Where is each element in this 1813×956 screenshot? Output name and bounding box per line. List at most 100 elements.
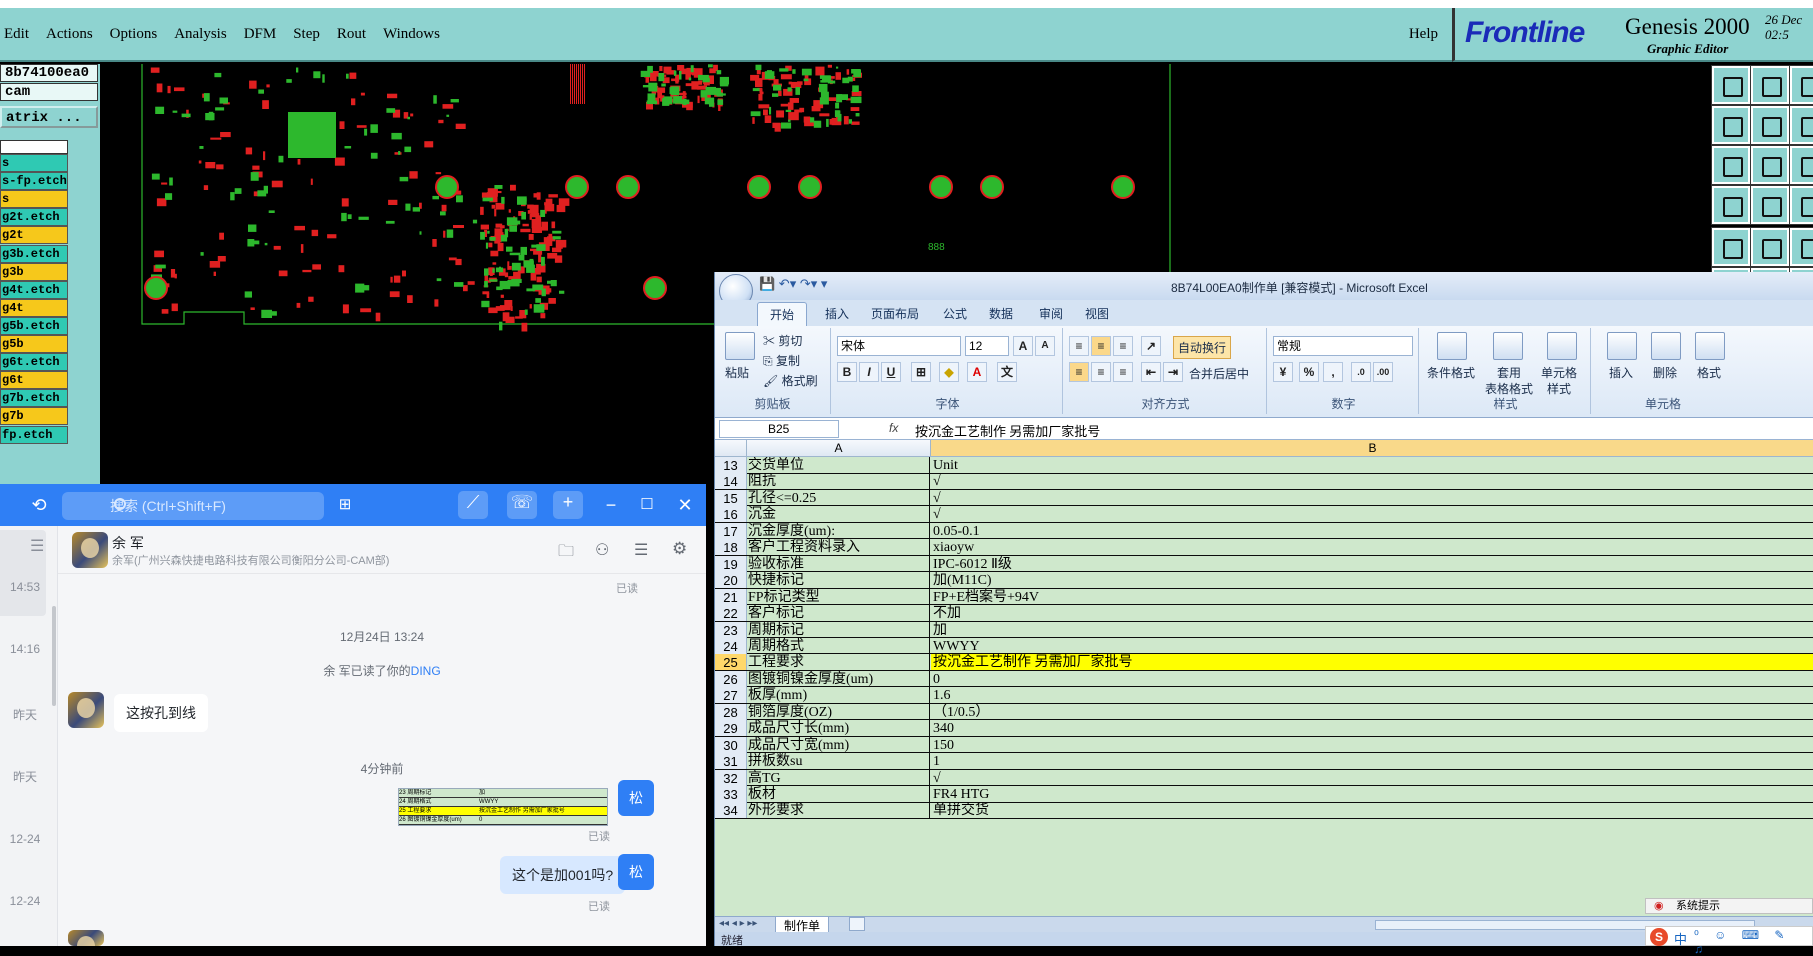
cell-a[interactable]: 图镀铜镍金厚度(um) bbox=[747, 670, 930, 687]
tool-measure-icon[interactable] bbox=[1711, 185, 1751, 225]
cell-b[interactable]: √ bbox=[931, 490, 1813, 506]
cell-b[interactable]: FR4 HTG bbox=[931, 786, 1813, 802]
layer-item[interactable]: g2t bbox=[0, 226, 68, 245]
job-name-field[interactable]: 8b74100ea0 bbox=[0, 64, 98, 82]
cell-a[interactable]: 沉金厚度(um): bbox=[747, 522, 930, 539]
merge-center-button[interactable]: 合并后居中 bbox=[1189, 365, 1249, 382]
layer-item[interactable]: g4t bbox=[0, 298, 68, 317]
layer-item[interactable]: fp.etch bbox=[0, 425, 68, 444]
layer-item[interactable]: g3b bbox=[0, 262, 68, 281]
tool-zoom-center-icon[interactable] bbox=[1750, 145, 1790, 185]
history-icon[interactable]: ⟲ bbox=[28, 494, 50, 516]
cell-style-label-1[interactable]: 单元格 bbox=[1541, 364, 1577, 381]
row-number[interactable]: 30 bbox=[715, 736, 747, 753]
cut-button[interactable]: ✂ 剪切 bbox=[763, 332, 802, 349]
table-style-label-1[interactable]: 套用 bbox=[1497, 364, 1521, 381]
row-number[interactable]: 19 bbox=[715, 555, 747, 572]
paste-button[interactable]: 粘贴 bbox=[725, 364, 749, 381]
cell-b[interactable]: IPC-6012 Ⅱ级 bbox=[931, 556, 1813, 572]
matrix-button[interactable]: atrix ... bbox=[0, 106, 98, 128]
cell-b[interactable]: 按沉金工艺制作 另需加厂家批号 bbox=[931, 654, 1813, 671]
row-number[interactable]: 25 bbox=[715, 654, 747, 671]
layer-item[interactable]: g2t.etch bbox=[0, 208, 68, 227]
decrease-decimal-icon[interactable]: .00 bbox=[1373, 362, 1393, 382]
name-box[interactable]: B25 bbox=[719, 420, 839, 438]
delete-cells-button[interactable]: 删除 bbox=[1653, 364, 1677, 381]
row-number[interactable]: 24 bbox=[715, 637, 747, 654]
format-cells-icon[interactable] bbox=[1695, 332, 1725, 360]
percent-button[interactable]: % bbox=[1299, 362, 1319, 382]
tool-right-icon[interactable] bbox=[1750, 105, 1790, 145]
cell-a[interactable]: 周期格式 bbox=[747, 637, 930, 654]
ime-tools-icon[interactable]: ⁰ ☺ ⌨ ✎ ♫ bbox=[1694, 928, 1812, 956]
cell-b[interactable]: 加(M11C) bbox=[931, 572, 1813, 588]
tab-insert[interactable]: 插入 bbox=[825, 305, 849, 322]
row-number[interactable]: 23 bbox=[715, 621, 747, 638]
font-size-select[interactable]: 12 bbox=[965, 336, 1009, 356]
bold-button[interactable]: B bbox=[837, 362, 857, 382]
align-top-icon[interactable]: ≡ bbox=[1069, 336, 1089, 356]
cell-a[interactable]: 高TG bbox=[747, 769, 930, 786]
cell-b[interactable]: FP+E档案号+94V bbox=[931, 589, 1813, 605]
tool-zoom-fit-icon[interactable] bbox=[1711, 145, 1751, 185]
row-number[interactable]: 13 bbox=[715, 457, 747, 473]
tool-snap-icon[interactable] bbox=[1711, 227, 1751, 267]
cell-a[interactable]: 孔径<=0.25 bbox=[747, 489, 930, 506]
scrollbar[interactable] bbox=[52, 606, 56, 706]
ding-icon[interactable]: ⟋ bbox=[458, 491, 488, 519]
cell-a[interactable]: 板厚(mm) bbox=[747, 687, 930, 704]
tab-home[interactable]: 开始 bbox=[757, 302, 808, 326]
cell-a[interactable]: 客户工程资料录入 bbox=[747, 539, 930, 556]
tool-pan-icon[interactable] bbox=[1789, 105, 1813, 145]
ding-link[interactable]: DING bbox=[411, 664, 441, 678]
increase-indent-icon[interactable]: ⇥ bbox=[1163, 362, 1183, 382]
cell-a[interactable]: 客户标记 bbox=[747, 605, 930, 622]
paste-icon[interactable] bbox=[725, 332, 755, 360]
cell-a[interactable]: 阻抗 bbox=[747, 473, 930, 490]
row-number[interactable]: 21 bbox=[715, 588, 747, 605]
row-number[interactable]: 20 bbox=[715, 572, 747, 589]
copy-button[interactable]: ⎘ 复制 bbox=[763, 352, 800, 369]
new-sheet-icon[interactable] bbox=[849, 917, 865, 931]
apps-icon[interactable]: ⊞ bbox=[334, 494, 356, 516]
menu-help[interactable]: Help bbox=[1409, 26, 1438, 43]
layer-item[interactable]: g4t.etch bbox=[0, 280, 68, 299]
cell-b[interactable]: √ bbox=[931, 473, 1813, 489]
cell-a[interactable]: 工程要求 bbox=[747, 654, 930, 671]
row-number[interactable]: 31 bbox=[715, 753, 747, 770]
cell-a[interactable]: 验收标准 bbox=[747, 555, 930, 572]
comma-button[interactable]: , bbox=[1323, 362, 1343, 382]
tab-data[interactable]: 数据 bbox=[989, 305, 1013, 322]
format-cells-button[interactable]: 格式 bbox=[1697, 364, 1721, 381]
format-painter-button[interactable]: 🖌 格式刷 bbox=[763, 372, 818, 389]
cell-a[interactable]: 拼板数su bbox=[747, 753, 930, 770]
delete-cells-icon[interactable] bbox=[1651, 332, 1681, 360]
cell-a[interactable]: 成品尺寸宽(mm) bbox=[747, 736, 930, 753]
decrease-indent-icon[interactable]: ⇤ bbox=[1141, 362, 1161, 382]
fill-color-icon[interactable]: ◆ bbox=[939, 362, 959, 382]
tool-down-icon[interactable] bbox=[1750, 65, 1790, 105]
add-icon[interactable]: + bbox=[553, 491, 583, 519]
screenshot-thumbnail[interactable]: 23 周期标记 加 24 周期格式 WWYY 25 工程要求 按沉金工艺制作 另需加… bbox=[398, 788, 608, 826]
maximize-icon[interactable]: ☐ bbox=[636, 494, 658, 516]
conditional-format-icon[interactable] bbox=[1437, 332, 1467, 360]
cell-b[interactable]: xiaoyw bbox=[931, 539, 1813, 555]
cell-a[interactable]: 板材 bbox=[747, 786, 930, 802]
row-number[interactable]: 29 bbox=[715, 720, 747, 737]
close-icon[interactable]: ✕ bbox=[674, 494, 696, 516]
italic-button[interactable]: I bbox=[859, 362, 879, 382]
cell-a[interactable]: 铜箔厚度(OZ) bbox=[747, 703, 930, 720]
menu-icon[interactable]: ☰ bbox=[30, 536, 44, 556]
tool-home-icon[interactable] bbox=[1789, 65, 1813, 105]
folder-icon[interactable]: 🗀 bbox=[558, 540, 574, 567]
layer-item[interactable]: g3b.etch bbox=[0, 244, 68, 263]
tool-select-icon[interactable] bbox=[1789, 185, 1813, 225]
row-number[interactable]: 15 bbox=[715, 489, 747, 506]
cell-a[interactable]: 快捷标记 bbox=[747, 572, 930, 589]
cell-b[interactable]: Unit bbox=[931, 457, 1813, 473]
tool-up-icon[interactable] bbox=[1711, 65, 1751, 105]
tab-formulas[interactable]: 公式 bbox=[943, 305, 967, 322]
cell-b[interactable]: （1/0.5） bbox=[931, 704, 1813, 720]
row-number[interactable]: 33 bbox=[715, 786, 747, 802]
underline-button[interactable]: U bbox=[881, 362, 901, 382]
